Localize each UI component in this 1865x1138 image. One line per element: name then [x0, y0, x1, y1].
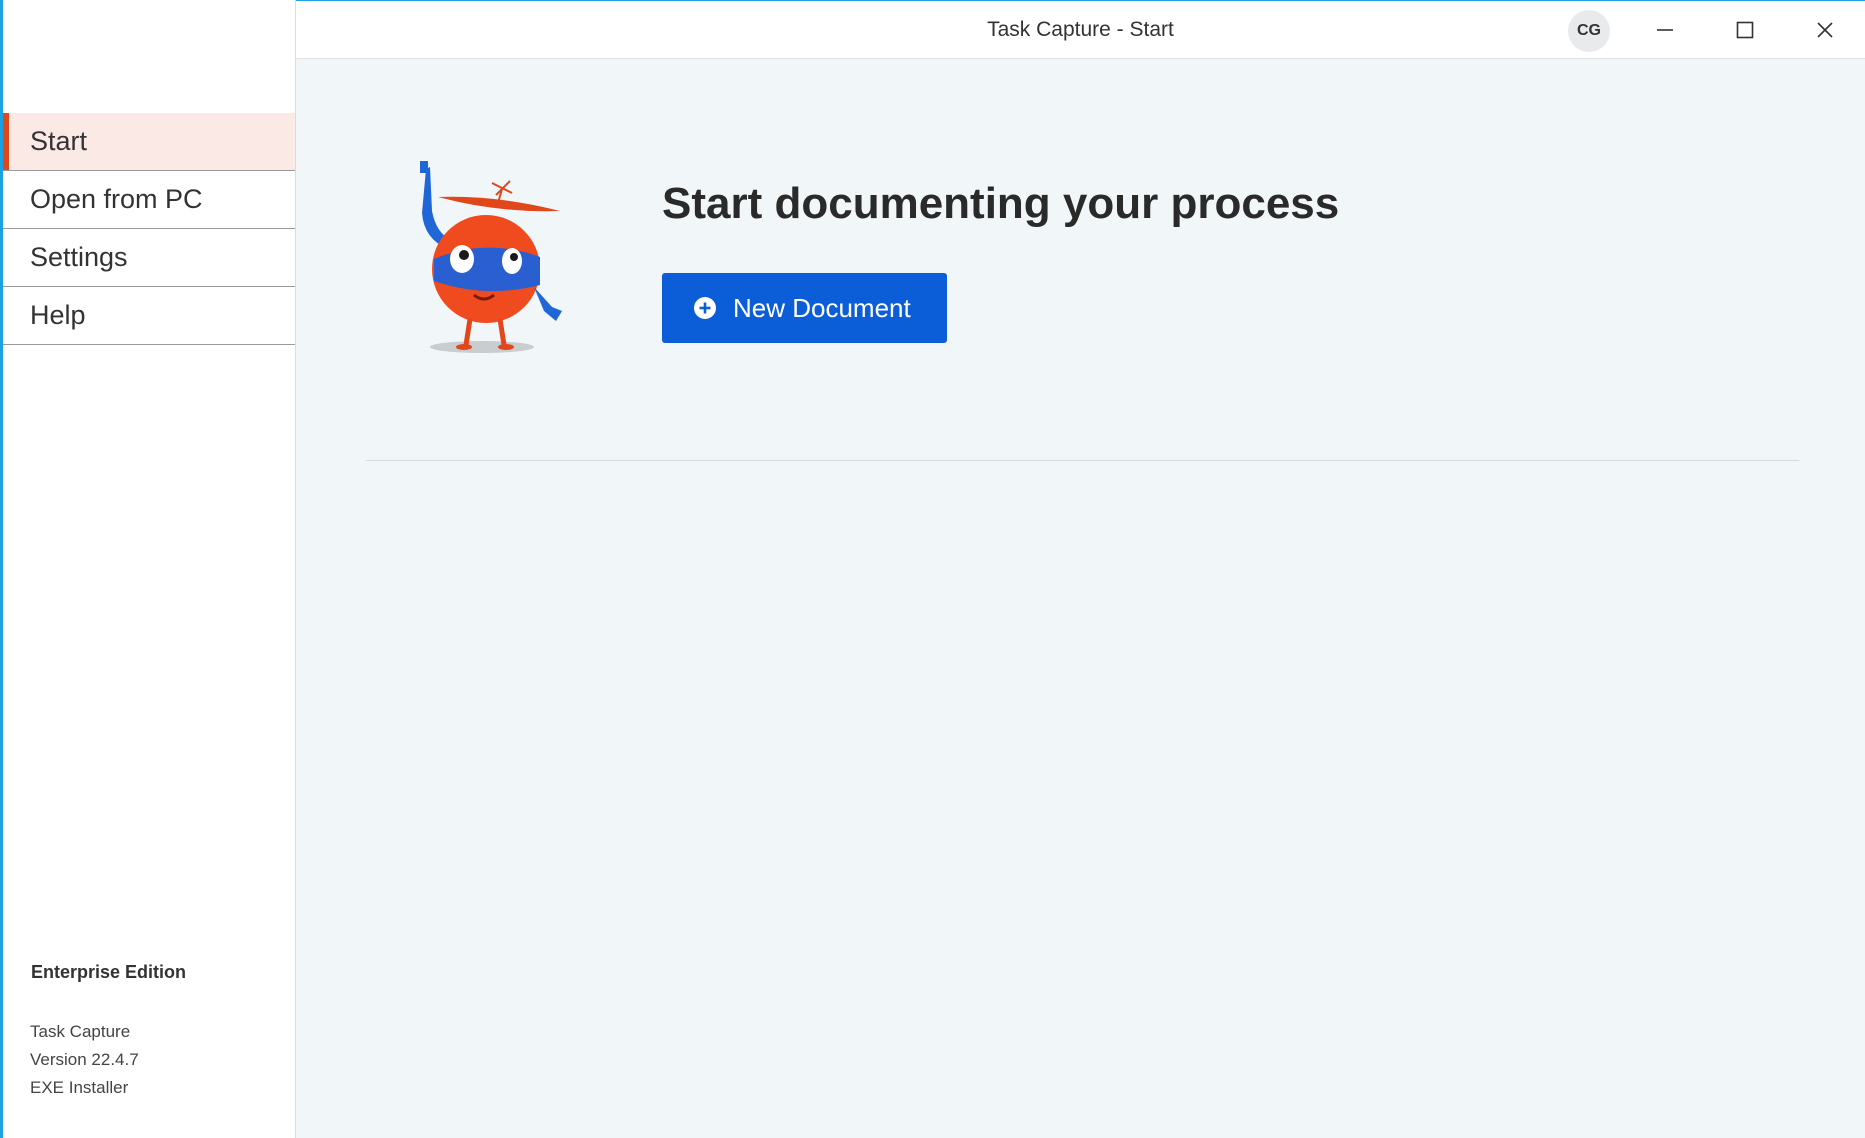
sidebar: Start Open from PC Settings Help Enterpr… [3, 0, 296, 1138]
main-content: Start documenting your process New Docum… [296, 59, 1865, 1138]
app-version: Version 22.4.7 [30, 1050, 139, 1069]
sidebar-item-label: Open from PC [30, 184, 203, 214]
avatar[interactable]: CG [1568, 10, 1610, 52]
app-name: Task Capture [30, 1022, 131, 1041]
sidebar-item-label: Settings [30, 242, 128, 272]
new-document-button[interactable]: New Document [662, 273, 947, 343]
close-button[interactable] [1802, 8, 1848, 52]
maximize-button[interactable] [1722, 8, 1768, 52]
sidebar-item-start[interactable]: Start [3, 113, 295, 171]
app-info: Task Capture Version 22.4.7 EXE Installe… [30, 1018, 139, 1102]
sidebar-item-help[interactable]: Help [3, 287, 295, 345]
plus-circle-icon [694, 297, 716, 319]
window-title: Task Capture - Start [987, 18, 1174, 41]
sidebar-item-label: Start [30, 126, 88, 156]
section-divider [366, 460, 1799, 461]
mascot-illustration [420, 161, 562, 353]
sidebar-item-settings[interactable]: Settings [3, 229, 295, 287]
minimize-button[interactable] [1642, 8, 1688, 52]
sidebar-item-label: Help [30, 300, 86, 330]
close-icon [1817, 22, 1833, 38]
edition-label: Enterprise Edition [31, 962, 187, 982]
page-title: Start documenting your process [662, 179, 1340, 228]
app-window: Start Open from PC Settings Help Enterpr… [0, 0, 1865, 1138]
title-bar: Task Capture - Start CG [296, 0, 1865, 59]
new-document-label: New Document [733, 292, 911, 323]
sidebar-nav: Start Open from PC Settings Help [3, 113, 295, 345]
installer-type: EXE Installer [30, 1078, 129, 1097]
minimize-icon [1657, 29, 1673, 31]
sidebar-item-open-from-pc[interactable]: Open from PC [3, 171, 295, 229]
maximize-icon [1736, 21, 1754, 39]
